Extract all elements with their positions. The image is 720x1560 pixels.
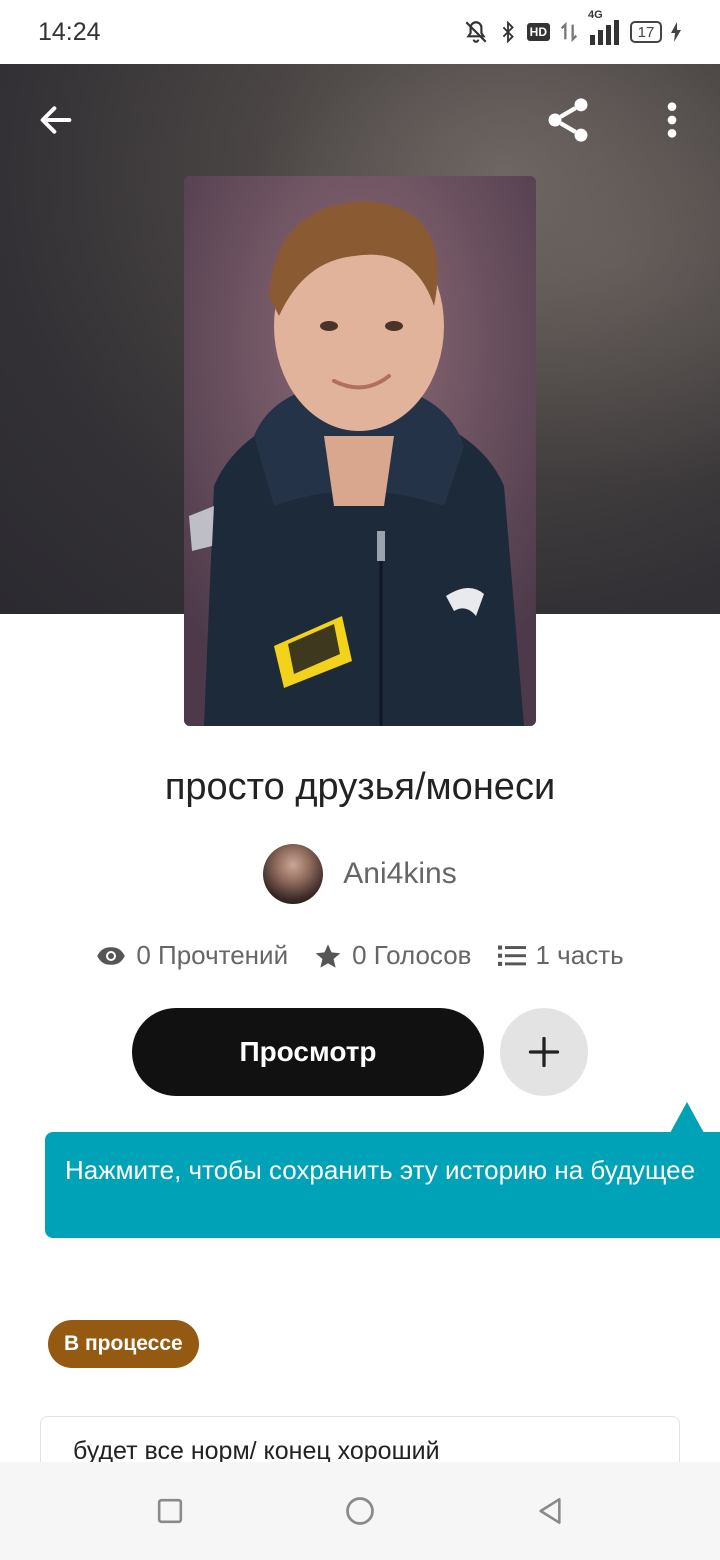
story-actions: Просмотр [132,1008,588,1096]
votes-stat: 0 Голосов [314,940,472,971]
battery-level: 17 [637,23,655,41]
tooltip-arrow [670,1102,704,1133]
reads-count: 0 Прочтений [136,940,289,970]
parts-count[interactable]: 1 часть [536,940,624,971]
share-button[interactable] [538,90,598,150]
story-cover[interactable] [184,176,536,726]
share-icon [548,98,588,142]
story-stats: 0 Прочтений 0 Голосов 1 часть [0,940,720,971]
save-story-tooltip[interactable]: Нажмите, чтобы сохранить эту историю на … [45,1132,720,1238]
hd-icon: HD [526,23,550,41]
read-button[interactable]: Просмотр [132,1008,484,1096]
status-icons: HD 4G 17 [463,9,682,45]
more-vertical-icon [667,102,677,138]
author-name[interactable]: Ani4kins [343,857,456,891]
recents-button[interactable] [150,1491,190,1531]
home-button[interactable] [340,1491,380,1531]
battery-icon: 17 [630,21,662,43]
author-row[interactable]: Ani4kins [0,844,720,904]
parts-stat[interactable]: 1 часть [497,940,624,971]
signal-4g-icon: 4G [588,9,622,45]
cover-illustration [184,176,536,726]
reads-stat: 0 Прочтений [96,940,288,971]
mute-bell-icon [463,19,489,45]
status-bar: 14:24 HD 4G 17 [0,0,720,64]
back-triangle-icon [539,1498,561,1524]
network-label: 4G [588,9,603,21]
list-icon [497,945,526,966]
recents-square-icon [157,1498,183,1524]
back-button[interactable] [26,90,86,150]
more-options-button[interactable] [642,90,702,150]
charging-icon [670,22,682,42]
bluetooth-icon [497,19,519,45]
home-circle-icon [346,1497,374,1525]
plus-icon [528,1036,560,1068]
add-to-library-button[interactable] [500,1008,588,1096]
star-icon [315,943,341,968]
status-time: 14:24 [38,17,101,46]
system-back-button[interactable] [530,1491,570,1531]
eye-icon [97,946,126,965]
votes-count: 0 Голосов [352,940,472,970]
arrow-left-icon [40,106,72,134]
author-avatar[interactable] [263,844,324,904]
system-nav-bar [0,1462,720,1560]
story-status-badge: В процессе [48,1320,199,1368]
data-arrows-icon [558,19,580,45]
story-title: просто друзья/монеси [164,766,556,808]
